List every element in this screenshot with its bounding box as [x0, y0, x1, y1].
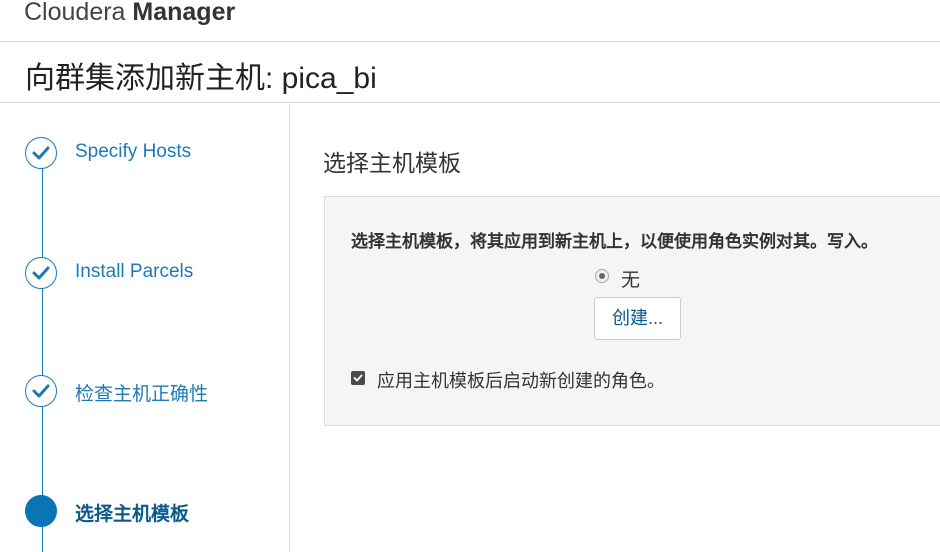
- step-label: 选择主机模板: [75, 504, 190, 525]
- top-navbar: Cloudera Manager: [0, 0, 940, 42]
- radio-label: 无: [621, 270, 641, 291]
- check-icon: [25, 375, 57, 407]
- step-label: Install Parcels: [75, 261, 194, 282]
- current-step-dot-icon: [25, 495, 57, 527]
- create-template-button[interactable]: 创建...: [594, 297, 681, 340]
- brand-name-bold: Manager: [132, 0, 236, 26]
- section-title: 选择主机模板: [323, 150, 461, 176]
- radio-button[interactable]: [595, 269, 609, 283]
- check-icon: [25, 257, 57, 289]
- host-template-panel: 选择主机模板，将其应用到新主机上，以便使用角色实例对其。写入。 无 创建... …: [324, 196, 940, 426]
- step-specify-hosts[interactable]: Specify Hosts: [25, 137, 285, 171]
- step-select-host-template[interactable]: 选择主机模板: [25, 495, 285, 529]
- app-logo[interactable]: Cloudera Manager: [24, 0, 235, 27]
- brand-name-light: Cloudera: [24, 0, 133, 26]
- step-inspect-hosts[interactable]: 检查主机正确性: [25, 375, 285, 409]
- checkmark-icon: [353, 374, 363, 382]
- step-label: Specify Hosts: [75, 141, 192, 162]
- steps-connector-line: [42, 152, 43, 552]
- page-title: 向群集添加新主机: pica_bi: [25, 62, 377, 95]
- main-content: 选择主机模板 选择主机模板，将其应用到新主机上，以便使用角色实例对其。写入。 无…: [291, 104, 940, 552]
- step-install-parcels[interactable]: Install Parcels: [25, 257, 285, 291]
- checkbox-label: 应用主机模板后启动新创建的角色。: [377, 371, 665, 391]
- panel-description: 选择主机模板，将其应用到新主机上，以便使用角色实例对其。写入。: [351, 232, 878, 251]
- radio-selected-dot: [599, 273, 605, 279]
- wizard-steps-sidebar: Specify Hosts Install Parcels 检查主机正确性 选择…: [0, 104, 290, 552]
- checkbox[interactable]: [351, 371, 365, 385]
- page-header: 向群集添加新主机: pica_bi: [0, 43, 940, 103]
- step-label: 检查主机正确性: [75, 384, 209, 405]
- check-icon: [25, 137, 57, 169]
